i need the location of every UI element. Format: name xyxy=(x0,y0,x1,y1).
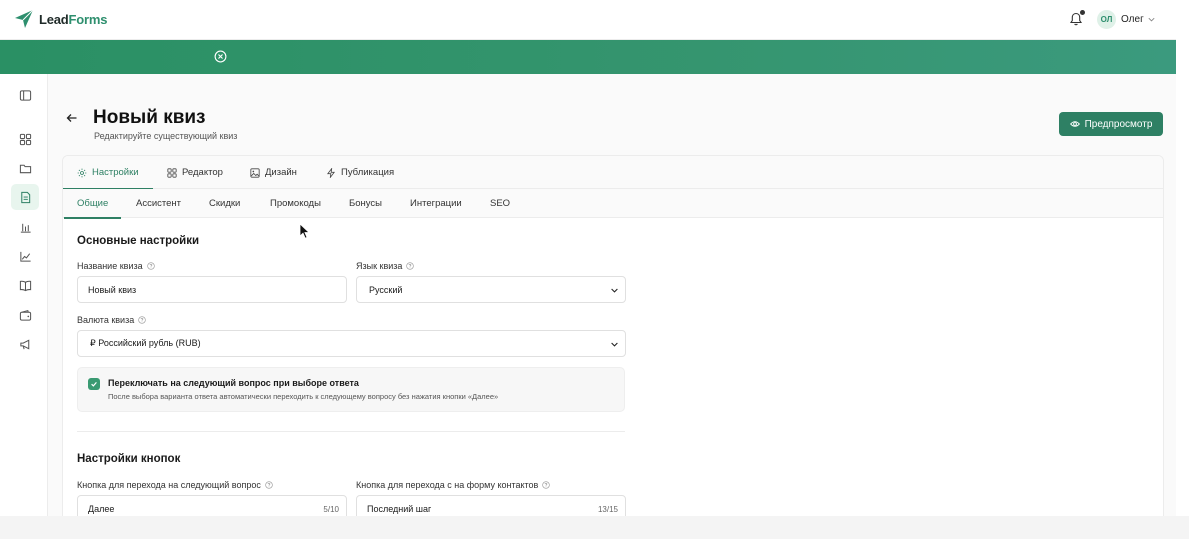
gear-icon xyxy=(77,168,87,177)
next-button-value: Далее xyxy=(88,503,115,514)
avatar[interactable]: ОЛ xyxy=(1097,10,1116,29)
contacts-button-input[interactable]: Последний шаг 13/15 xyxy=(356,495,626,516)
user-name[interactable]: Олег xyxy=(1121,14,1144,25)
sidebar xyxy=(0,74,48,516)
line-chart-icon xyxy=(19,251,31,262)
chevron-down-icon[interactable] xyxy=(1147,15,1156,24)
sidebar-item-knowledge[interactable] xyxy=(11,272,39,298)
settings-card: Настройки Редактор Дизайн Публикация Общ… xyxy=(62,155,1164,516)
currency-label-text: Валюта квиза xyxy=(77,315,135,325)
sidebar-item-dashboard[interactable] xyxy=(11,126,39,152)
logo-forms: Forms xyxy=(68,11,108,27)
contacts-button-value: Последний шаг xyxy=(367,503,432,514)
general-settings-title: Основные настройки xyxy=(77,235,200,247)
next-button-label: Кнопка для перехода на следующий вопрос xyxy=(77,480,273,490)
tab-settings-label: Настройки xyxy=(92,167,139,178)
next-button-label-text: Кнопка для перехода на следующий вопрос xyxy=(77,480,261,490)
tab-publish[interactable]: Публикация xyxy=(326,156,394,189)
promo-banner xyxy=(0,40,1176,74)
language-label-text: Язык квиза xyxy=(356,261,403,271)
sidebar-item-analytics[interactable] xyxy=(11,214,39,240)
logo-text: LeadForms xyxy=(39,12,107,27)
sidebar-item-folders[interactable] xyxy=(11,155,39,181)
bottom-strip xyxy=(0,516,1189,539)
language-select[interactable]: Русский xyxy=(356,276,626,303)
currency-select[interactable]: ₽ Российский рубль (RUB) xyxy=(77,330,626,357)
contacts-button-counter: 13/15 xyxy=(597,505,618,514)
wallet-icon xyxy=(19,309,31,321)
button-settings-title: Настройки кнопок xyxy=(77,453,181,465)
section-divider xyxy=(77,431,625,432)
subtab-bonuses[interactable]: Бонусы xyxy=(349,189,382,218)
subtab-assistant[interactable]: Ассистент xyxy=(136,189,181,218)
sub-tabs: Общие Ассистент Скидки Промокоды Бонусы … xyxy=(63,189,1163,219)
auto-next-description: После выбора варианта ответа автоматичес… xyxy=(108,392,499,401)
notification-dot xyxy=(1080,10,1085,15)
document-icon xyxy=(20,191,30,203)
quiz-name-label-text: Название квиза xyxy=(77,261,143,271)
top-header: LeadForms ОЛ Олег xyxy=(0,0,1176,40)
sidebar-item-promo[interactable] xyxy=(11,331,39,357)
app-frame: LeadForms ОЛ Олег Новый квиз Редактируйт… xyxy=(0,0,1176,516)
sidebar-item-wallet[interactable] xyxy=(11,302,39,328)
subtab-general[interactable]: Общие xyxy=(63,189,122,219)
close-circle-icon[interactable] xyxy=(214,50,227,63)
page-title: Новый квиз xyxy=(93,107,206,128)
help-icon[interactable] xyxy=(406,262,415,270)
image-icon xyxy=(250,167,260,178)
chevron-down-icon xyxy=(611,288,618,293)
bar-chart-icon xyxy=(20,223,31,233)
tab-publish-label: Публикация xyxy=(341,167,395,178)
folder-icon xyxy=(19,164,31,173)
sidebar-item-quizzes[interactable] xyxy=(11,184,39,210)
help-icon[interactable] xyxy=(542,481,551,489)
paper-plane-icon xyxy=(15,9,34,28)
grid-icon xyxy=(167,167,177,178)
auto-next-title: Переключать на следующий вопрос при выбо… xyxy=(108,378,359,388)
subtab-discounts[interactable]: Скидки xyxy=(209,189,240,218)
next-button-counter: 5/10 xyxy=(323,505,339,514)
help-icon[interactable] xyxy=(265,481,273,489)
subtab-integrations[interactable]: Интеграции xyxy=(410,189,462,218)
contacts-button-label-text: Кнопка для перехода с на форму контактов xyxy=(356,480,539,490)
sidebar-panel-icon xyxy=(19,89,31,101)
tab-editor[interactable]: Редактор xyxy=(167,156,223,189)
dashboard-icon xyxy=(19,133,31,145)
main-tabs: Настройки Редактор Дизайн Публикация xyxy=(63,156,1163,190)
logo-lead: Lead xyxy=(39,11,69,27)
eye-icon xyxy=(1069,121,1080,127)
megaphone-icon xyxy=(19,338,29,350)
quiz-name-input[interactable]: Новый квиз xyxy=(77,276,347,303)
help-icon[interactable] xyxy=(138,316,146,324)
preview-button-label: Предпросмотр xyxy=(1084,118,1153,130)
logo[interactable]: LeadForms xyxy=(14,9,107,29)
tab-editor-label: Редактор xyxy=(182,167,223,178)
language-label: Язык квиза xyxy=(356,261,415,271)
chevron-down-icon xyxy=(611,342,618,347)
quiz-name-label: Название квиза xyxy=(77,261,155,271)
next-button-input[interactable]: Далее 5/10 xyxy=(77,495,347,516)
currency-label: Валюта квиза xyxy=(77,315,146,325)
sidebar-item-stats[interactable] xyxy=(11,243,39,269)
help-icon[interactable] xyxy=(146,262,155,270)
tab-design-label: Дизайн xyxy=(265,167,297,178)
bolt-icon xyxy=(326,167,336,178)
contacts-button-label: Кнопка для перехода с на форму контактов xyxy=(356,480,551,490)
sidebar-toggle-button[interactable] xyxy=(11,82,39,108)
tab-settings[interactable]: Настройки xyxy=(63,156,153,190)
mouse-cursor-icon xyxy=(299,223,311,239)
subtab-promocodes[interactable]: Промокоды xyxy=(270,189,321,218)
book-icon xyxy=(19,280,31,291)
auto-next-option: Переключать на следующий вопрос при выбо… xyxy=(77,367,625,412)
check-icon xyxy=(91,382,97,387)
back-arrow-icon[interactable] xyxy=(66,112,78,124)
page-subtitle: Редактируйте существующий квиз xyxy=(94,131,238,141)
auto-next-checkbox[interactable] xyxy=(88,378,100,390)
language-select-value: Русский xyxy=(369,284,403,295)
currency-select-value: ₽ Российский рубль (RUB) xyxy=(90,338,201,348)
tab-design[interactable]: Дизайн xyxy=(250,156,297,189)
subtab-seo[interactable]: SEO xyxy=(490,189,510,218)
preview-button[interactable]: Предпросмотр xyxy=(1059,112,1163,136)
